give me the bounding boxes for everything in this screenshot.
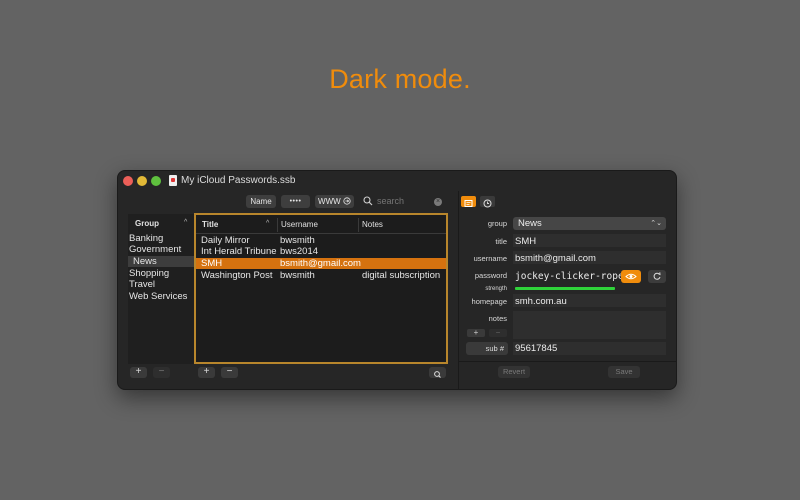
column-header-username[interactable]: Username [281,220,318,229]
show-name-button[interactable]: Name [246,195,276,208]
add-entry-button[interactable]: + [198,367,215,378]
headline: Dark mode. [329,64,471,94]
search-input[interactable] [377,196,437,206]
arrow-circle-icon [343,197,351,205]
cell-username: bsmith@gmail.com [280,258,361,269]
header-divider [196,233,446,234]
open-www-button[interactable]: WWW [315,195,354,208]
card-icon [464,200,473,207]
group-item[interactable]: Travel [129,279,155,290]
group-item[interactable]: Shopping [129,268,169,279]
title-label: title [495,237,507,246]
remove-group-button[interactable]: − [153,367,170,378]
document-icon [169,175,177,186]
reveal-password-button[interactable] [621,270,641,283]
find-button[interactable] [429,367,446,378]
show-password-button[interactable]: •••• [281,195,310,208]
cell-username: bwsmith [280,235,315,246]
clock-icon [483,199,492,208]
group-item[interactable]: Web Services [129,291,187,302]
column-divider[interactable] [358,218,359,232]
table-row[interactable]: Daily Mirror bwsmith [196,235,446,246]
table-row[interactable]: Washington Post bwsmith digital subscrip… [196,270,446,281]
cell-username: bwsmith [280,270,315,281]
entries-table: Title ^ Username Notes Daily Mirror bwsm… [194,213,448,364]
homepage-value: smh.com.au [515,296,567,307]
password-strength-bar [515,287,615,290]
tab-history[interactable] [480,196,495,208]
www-label: WWW [318,197,341,206]
cell-title: Washington Post [201,270,273,281]
remove-field-button[interactable]: − [489,329,507,337]
username-label: username [473,254,507,263]
notes-label: notes [488,314,507,323]
cell-title: Daily Mirror [201,235,250,246]
cell-username: bws2014 [280,246,319,257]
add-group-button[interactable]: + [130,367,147,378]
homepage-label: homepage [471,297,507,306]
refresh-icon [653,272,661,280]
custom-field-label[interactable]: sub # [466,342,508,355]
detail-bottom-divider [459,361,676,362]
group-item[interactable]: Banking [129,233,163,244]
sort-ascending-icon: ^ [184,219,188,226]
cell-title: SMH [201,258,223,269]
custom-field-value: 95617845 [515,343,558,354]
group-header[interactable]: Group [135,219,159,228]
title-bar: My iCloud Passwords.ssb [118,171,676,191]
save-button[interactable]: Save [608,366,640,378]
tab-details[interactable] [461,196,476,207]
sort-ascending-icon: ^ [266,220,270,227]
clear-search-icon[interactable]: × [434,198,442,206]
password-value[interactable]: jockey-clicker-rope [515,271,624,282]
window-title: My iCloud Passwords.ssb [181,175,296,186]
revert-button[interactable]: Revert [498,366,530,378]
cell-title: Int Herald Tribune [201,246,277,257]
table-row-selected[interactable]: SMH bsmith@gmail.com [196,258,446,269]
group-label: group [487,219,507,228]
strength-label: strength [485,286,507,292]
chevron-updown-icon: ⌃⌄ [650,220,662,227]
group-select-value: News [518,218,542,229]
group-item-selected[interactable]: News [128,256,194,267]
column-header-title[interactable]: Title [202,220,218,229]
username-value: bsmith@gmail.com [515,253,596,264]
zoom-button[interactable] [151,176,161,186]
column-header-notes[interactable]: Notes [362,220,383,229]
notes-field[interactable] [513,311,666,339]
close-button[interactable] [123,176,133,186]
title-value: SMH [515,236,537,247]
column-divider[interactable] [277,218,278,232]
generate-password-button[interactable] [648,270,666,283]
minimize-button[interactable] [137,176,147,186]
group-item[interactable]: Government [129,244,181,255]
group-select[interactable]: News ⌃⌄ [513,217,666,230]
cell-notes: digital subscription [362,270,441,281]
password-label: password [474,271,507,280]
search-icon [434,371,441,378]
table-row[interactable]: Int Herald Tribune bws2014 [196,246,446,257]
remove-entry-button[interactable]: − [221,367,238,378]
add-field-button[interactable]: + [467,329,485,337]
search-icon [363,196,373,206]
app-window: My iCloud Passwords.ssb Name •••• WWW × … [117,170,677,390]
eye-icon [625,273,637,280]
